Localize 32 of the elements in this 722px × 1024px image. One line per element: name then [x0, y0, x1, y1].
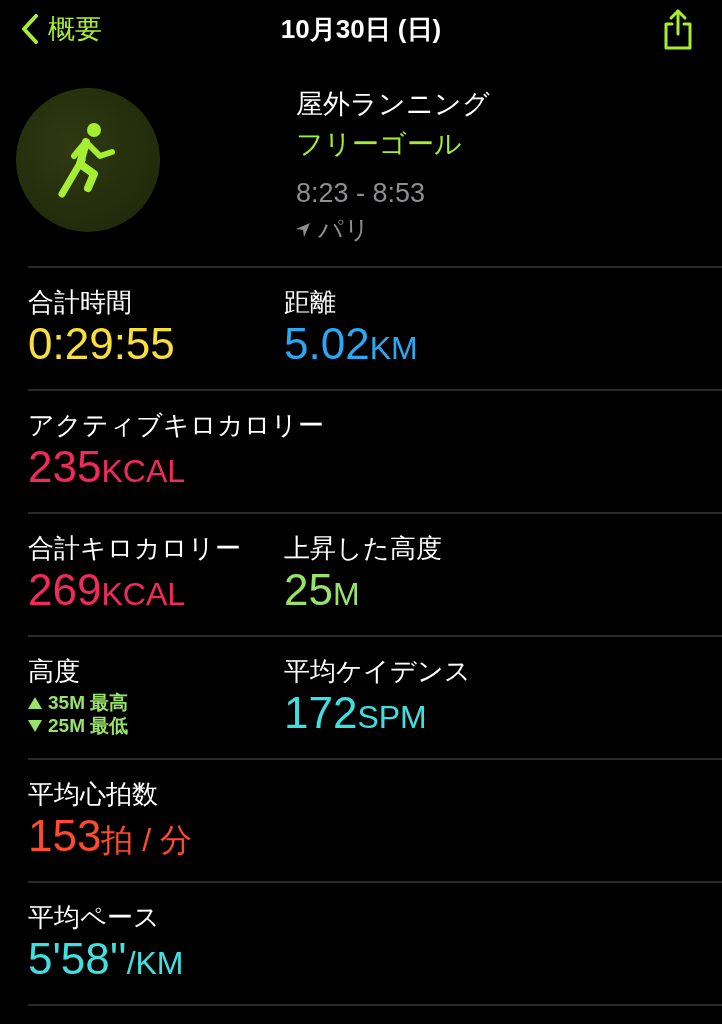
- elevation-low: 25M 最低: [48, 714, 129, 737]
- metric-label: 高度: [28, 655, 80, 687]
- workout-time: 8:23 - 8:53: [296, 178, 427, 209]
- metric-label: アクティブキロカロリー: [28, 409, 324, 441]
- metric-label: 上昇した高度: [284, 532, 442, 564]
- metric-label: 平均ケイデンス: [284, 655, 471, 687]
- metric-value: 25M: [284, 564, 360, 616]
- nav-title: 10月30日 (日): [280, 13, 442, 44]
- metric-value: 172SPM: [284, 687, 427, 739]
- metric-value: 235KCAL: [28, 441, 185, 493]
- workout-goal: フリーゴール: [296, 128, 463, 161]
- metric-value: 5'58''/KM: [28, 933, 184, 985]
- metric-label: 平均心拍数: [28, 778, 158, 810]
- metric-label: 距離: [284, 286, 336, 318]
- metric-label: 合計キロカロリー: [28, 532, 241, 564]
- metric-label: 合計時間: [28, 286, 132, 318]
- triangle-up-icon: [28, 696, 42, 709]
- metric-value: 0:29:55: [28, 318, 175, 370]
- share-button[interactable]: [662, 8, 694, 50]
- elevation-high: 35M 最高: [48, 691, 129, 714]
- triangle-down-icon: [28, 719, 42, 732]
- metric-label: 平均ペース: [28, 901, 160, 933]
- workout-location: パリ: [318, 214, 370, 245]
- metric-value: 5.02KM: [284, 318, 418, 370]
- share-icon: [662, 8, 694, 50]
- running-icon: [58, 122, 118, 198]
- metric-value: 269KCAL: [28, 564, 185, 616]
- metric-value: 153拍 / 分: [28, 810, 193, 862]
- back-button[interactable]: 概要: [22, 11, 102, 47]
- location-arrow-icon: [296, 222, 310, 237]
- workout-type: 屋外ランニング: [296, 88, 490, 121]
- chevron-left-icon: [22, 14, 38, 44]
